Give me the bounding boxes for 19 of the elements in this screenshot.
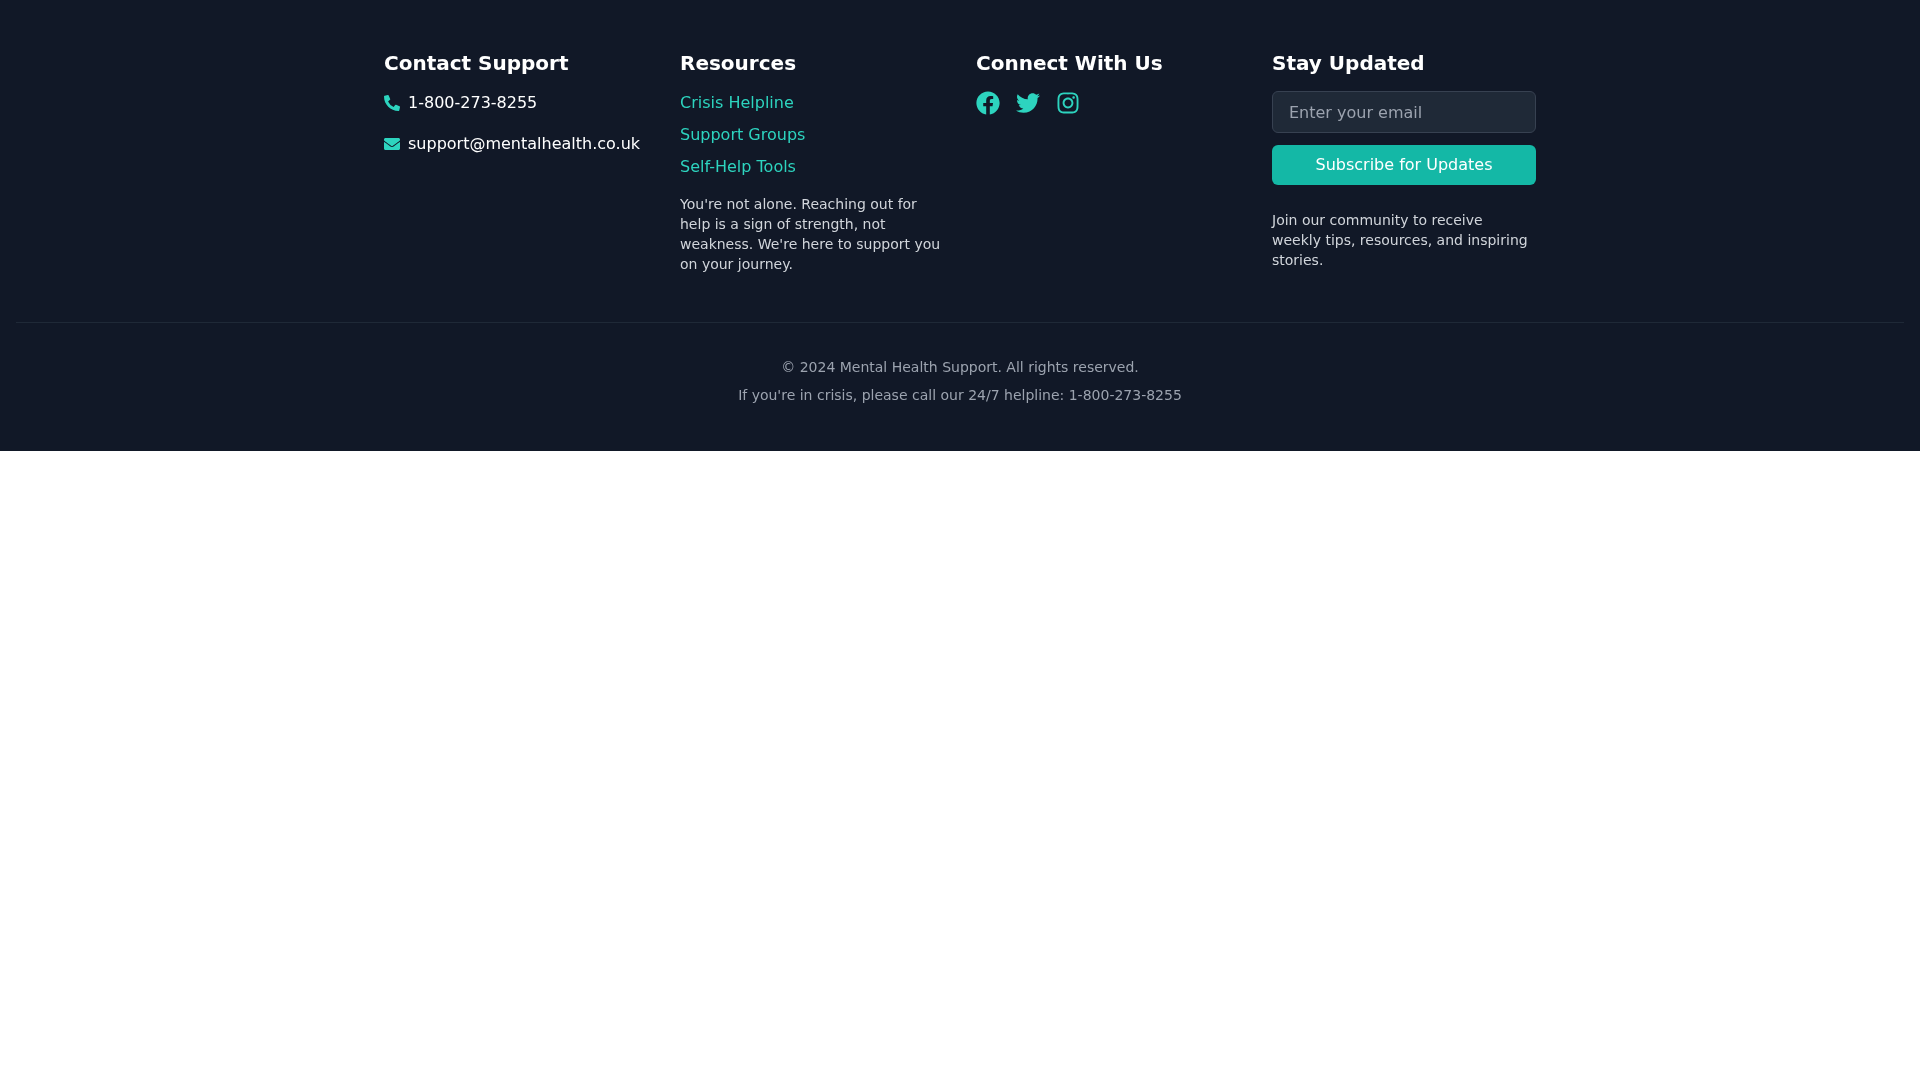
envelope-icon	[384, 136, 400, 152]
resource-link[interactable]: Support Groups	[680, 123, 806, 147]
support-message: You're not alone. Reaching out for help is a sign of strength, not weakness. We're here to support you on your journey.	[680, 195, 942, 274]
instagram-icon[interactable]	[1056, 91, 1080, 115]
crisis-helpline-note: If you're in crisis, please call our 24/7 helpline: 1-800-273-8255	[738, 386, 1182, 405]
email-link[interactable]: support@mentalhealth.co.uk	[408, 132, 641, 156]
phone-link[interactable]: 1-800-273-8255	[408, 91, 538, 115]
section-heading: Contact Support	[384, 50, 570, 77]
resource-link[interactable]: Crisis Helpline	[680, 91, 794, 115]
twitter-icon[interactable]	[1016, 91, 1040, 115]
email-field[interactable]: Enter your email	[1272, 91, 1536, 133]
resource-link[interactable]: Self-Help Tools	[680, 155, 796, 179]
section-heading: Stay Updated	[1272, 50, 1426, 77]
section-heading: Resources	[680, 50, 798, 77]
section-heading: Connect With Us	[976, 50, 1164, 77]
copyright-text: © 2024 Mental Health Support. All rights reserved.	[781, 358, 1139, 377]
newsletter-message: Join our community to receive weekly tips, resources, and inspiring stories.	[1272, 211, 1529, 270]
facebook-icon[interactable]	[976, 91, 1000, 115]
phone-icon	[384, 95, 400, 111]
